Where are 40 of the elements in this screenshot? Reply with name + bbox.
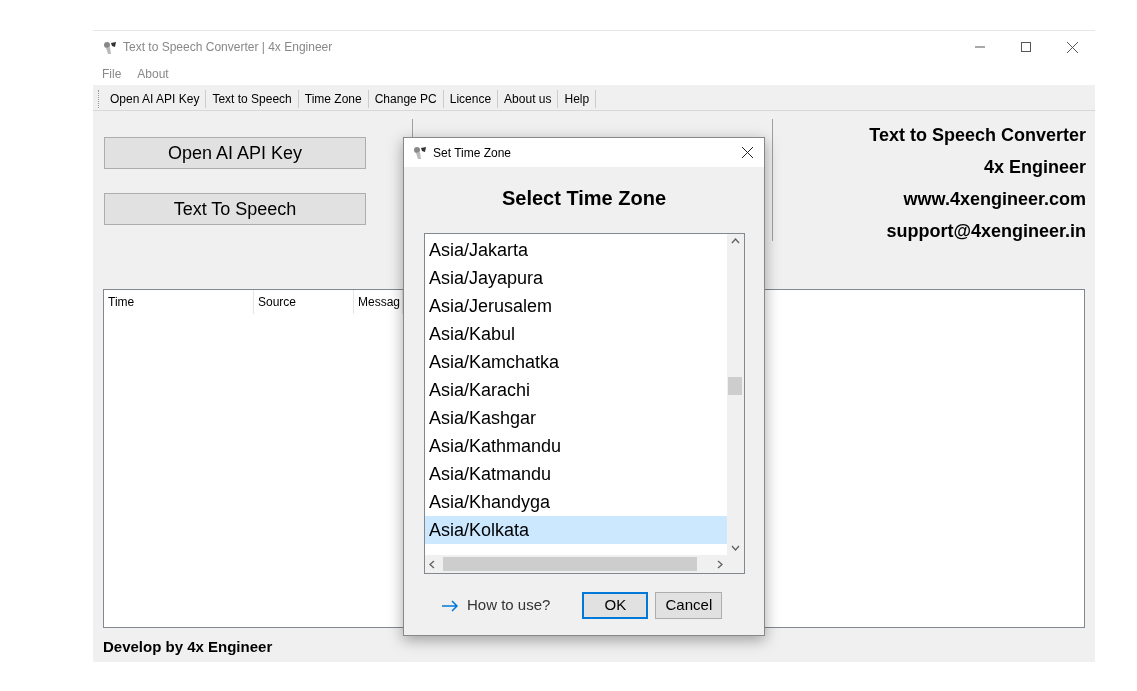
app-icon [413, 146, 427, 159]
column-header[interactable]: Time [104, 290, 254, 314]
toolbar-button[interactable]: Help [558, 87, 596, 110]
scrollbar-thumb[interactable] [443, 557, 697, 571]
info-text: www.4xengineer.com [903, 188, 1086, 211]
toolbar-button[interactable]: About us [498, 87, 558, 110]
toolbar-button[interactable]: Open AI API Key [104, 87, 206, 110]
info-text: Text to Speech Converter [869, 124, 1086, 147]
dialog-heading: Select Time Zone [501, 186, 667, 211]
help-link[interactable]: How to use? [467, 594, 551, 617]
menu-item[interactable]: File [102, 65, 122, 83]
window-title: Text to Speech Converter | 4x Engineer [123, 39, 333, 56]
horizontal-scrollbar[interactable] [425, 555, 727, 573]
info-text: 4x Engineer [983, 156, 1086, 179]
toolbar-button[interactable]: Licence [443, 87, 498, 110]
scrollbar-thumb[interactable] [728, 377, 742, 395]
action-button[interactable]: Open AI API Key [104, 137, 366, 169]
arrow-icon [441, 599, 459, 612]
scroll-right-icon[interactable] [717, 559, 723, 569]
time-zone-list[interactable]: Asia/Jakarta Asia/Jayapura Asia/Jerusalem Asia/Kabul Asia/Kamchatka Asia/Karachi Asia/Kashgar Asia/Kathmandu Asia/Katmandu Asia/Khandyga Asia/Kolkata [424, 233, 745, 574]
info-text: support@4xengineer.in [886, 220, 1086, 243]
close-icon [741, 147, 753, 158]
footer-text: Develop by 4x Engineer [103, 637, 273, 657]
scroll-left-icon[interactable] [429, 559, 435, 569]
menu-item[interactable]: About [137, 65, 169, 83]
close-icon [1066, 41, 1078, 53]
scroll-up-icon[interactable] [731, 238, 740, 244]
list-item[interactable]: Asia/Kolkata [425, 516, 727, 544]
action-button[interactable]: Text To Speech [104, 193, 366, 225]
scroll-down-icon[interactable] [731, 545, 740, 551]
dialog-button[interactable]: Cancel [655, 592, 723, 619]
column-header[interactable]: Source [254, 290, 354, 314]
toolbar-button[interactable]: Change PC [368, 87, 443, 110]
toolbar-button[interactable]: Text to Speech [206, 87, 298, 110]
dialog-title: Set Time Zone [433, 144, 512, 162]
maximize-icon [1021, 42, 1031, 52]
toolbar-button[interactable]: Time Zone [298, 87, 368, 110]
dialog-button[interactable]: OK [582, 592, 649, 619]
app-icon [103, 40, 117, 54]
vertical-scrollbar[interactable] [727, 234, 744, 555]
